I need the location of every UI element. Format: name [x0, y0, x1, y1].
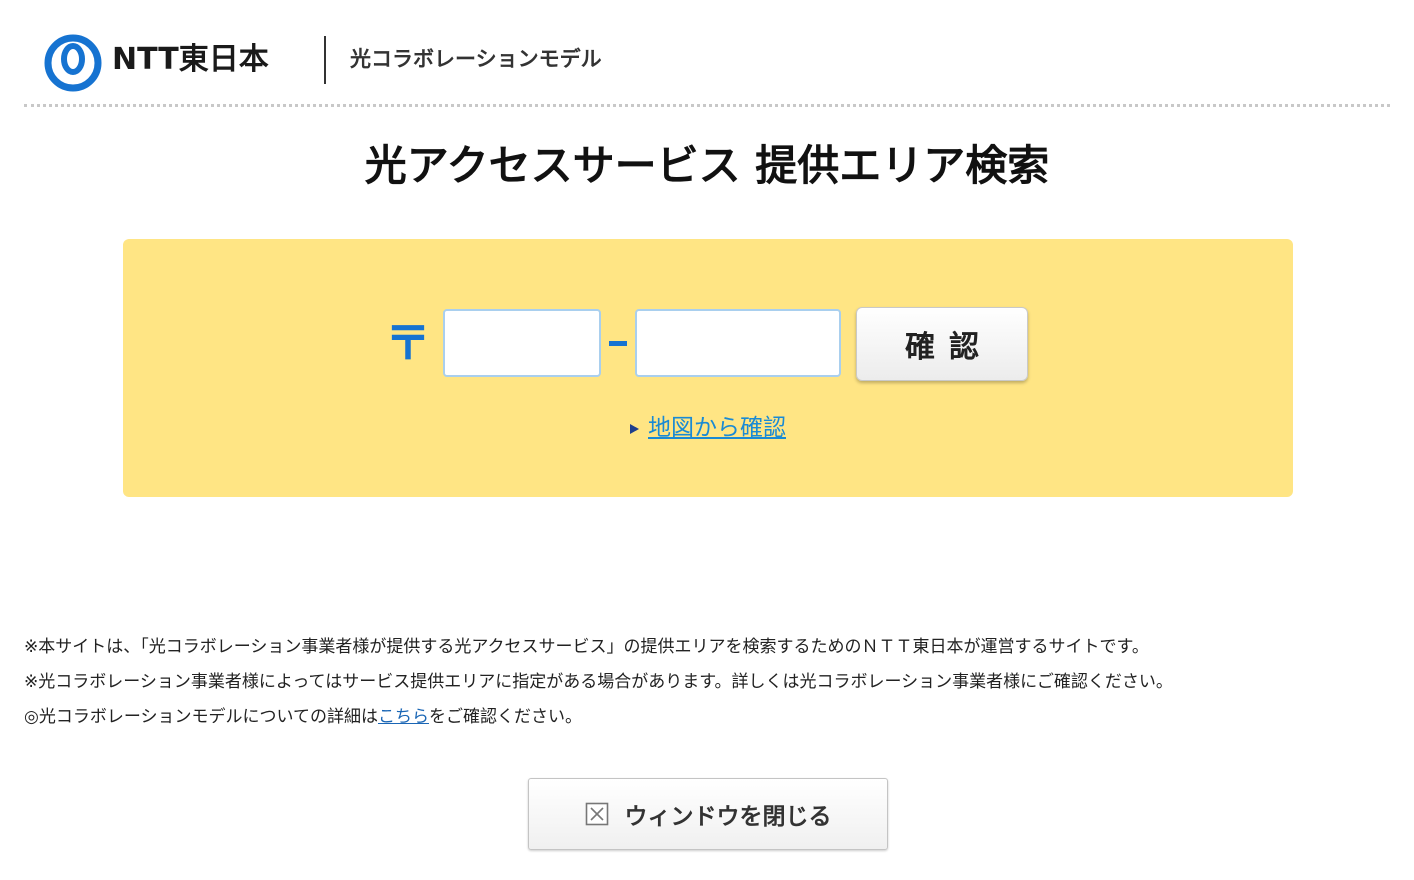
triangle-right-icon [630, 423, 639, 434]
header: NTT東日本 光コラボレーションモデル [24, 26, 1390, 104]
postal-mark-icon: 〒 [385, 316, 431, 370]
note-line-2: ※光コラボレーション事業者様によってはサービス提供エリアに指定がある場合がありま… [24, 672, 1173, 692]
header-divider [324, 36, 326, 84]
ntt-logo-icon [44, 34, 102, 92]
details-link[interactable]: こちら [378, 707, 429, 727]
notes: ※本サイトは、「光コラボレーション事業者様が提供する光アクセスサービス」の提供エ… [24, 630, 1404, 735]
zip-hyphen [609, 341, 627, 346]
close-window-label: ウィンドウを閉じる [624, 804, 832, 830]
note-line-3-after: をご確認ください。 [428, 707, 582, 727]
search-panel: 〒 確認 地図から確認 [123, 239, 1293, 497]
confirm-button[interactable]: 確認 [856, 307, 1028, 381]
note-line-3: ◎光コラボレーションモデルについての詳細はこちらをご確認ください。 [24, 700, 1404, 735]
zip-code-second-input[interactable] [635, 309, 841, 377]
note-line-1: ※本サイトは、「光コラボレーション事業者様が提供する光アクセスサービス」の提供エ… [24, 637, 1149, 657]
map-confirm-link[interactable]: 地図から確認 [648, 415, 786, 441]
map-link-row: 地図から確認 [123, 411, 1293, 445]
header-subtitle: 光コラボレーションモデル [350, 47, 602, 71]
close-window-button[interactable]: ウィンドウを閉じる [528, 778, 888, 850]
page: NTT東日本 光コラボレーションモデル 光アクセスサービス 提供エリア検索 〒 … [0, 0, 1414, 880]
note-line-3-before: ◎光コラボレーションモデルについての詳細は [24, 707, 378, 727]
zip-code-first-input[interactable] [443, 309, 601, 377]
close-box-icon [585, 802, 608, 826]
header-dotted-rule [24, 104, 1390, 107]
page-title: 光アクセスサービス 提供エリア検索 [364, 141, 1050, 190]
logo-text: NTT東日本 [112, 42, 269, 77]
